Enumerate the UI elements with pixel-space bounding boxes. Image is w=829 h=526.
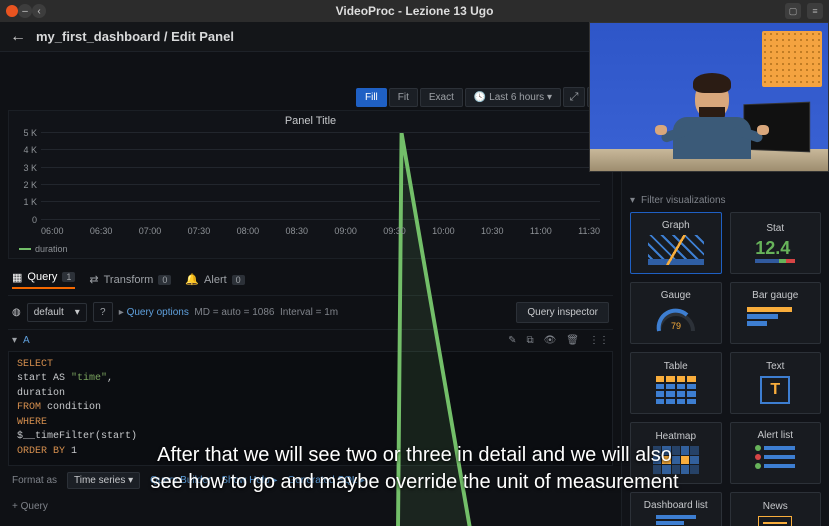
dashlist-thumb-icon — [656, 515, 696, 526]
chart-body: 0 1 K 2 K 3 K 4 K 5 K — [41, 133, 600, 220]
funnel-icon: ▾ — [630, 195, 635, 206]
stat-thumb-icon: 12.4 — [755, 238, 795, 263]
breadcrumb: my_first_dashboard / Edit Panel — [36, 29, 234, 44]
datasource-selected: default — [34, 307, 64, 318]
viz-graph[interactable]: Graph — [630, 212, 722, 274]
os-title-bar: – ‹ VideoProc - Lezione 13 Ugo ▢ ≡ — [0, 0, 829, 22]
xtick: 10:30 — [481, 226, 504, 236]
svg-text:79: 79 — [671, 321, 681, 331]
legend-swatch — [19, 248, 31, 250]
xtick: 08:30 — [285, 226, 308, 236]
xtick: 11:00 — [530, 226, 552, 236]
viz-text-label: Text — [766, 361, 784, 372]
app-root: ← my_first_dashboard / Edit Panel Fill F… — [0, 22, 829, 526]
viz-stat-label: Stat — [766, 223, 784, 234]
chart-line — [41, 133, 600, 526]
window-close-button[interactable] — [6, 5, 18, 17]
chart-panel: Panel Title 0 1 K 2 K 3 K 4 K 5 K — [8, 110, 613, 259]
viz-heatmap-label: Heatmap — [655, 431, 696, 442]
presenter-webcam — [589, 22, 829, 172]
table-thumb-icon — [656, 376, 696, 404]
xtick: 08:00 — [237, 226, 260, 236]
viz-dashlist[interactable]: Dashboard list — [630, 492, 722, 526]
xtick: 09:30 — [383, 226, 406, 236]
viz-bargauge-label: Bar gauge — [752, 290, 798, 301]
gauge-thumb-icon: 79 — [653, 305, 699, 335]
xtick: 11:30 — [578, 226, 600, 236]
window-title: VideoProc - Lezione 13 Ugo — [336, 4, 494, 18]
viz-news[interactable]: News — [730, 492, 822, 526]
query-letter: A — [23, 335, 30, 346]
xtick: 07:00 — [139, 226, 162, 236]
xtick: 10:00 — [432, 226, 455, 236]
viz-gauge-label: Gauge — [661, 290, 691, 301]
viz-bargauge[interactable]: Bar gauge — [730, 282, 822, 344]
xtick: 06:00 — [41, 226, 64, 236]
viz-heatmap[interactable]: Heatmap — [630, 422, 722, 484]
ytick-1: 1 K — [13, 197, 37, 207]
window-util-2[interactable]: ≡ — [807, 3, 823, 19]
heatmap-thumb-icon — [653, 446, 699, 474]
xtick: 06:30 — [90, 226, 113, 236]
alertlist-thumb-icon — [755, 445, 795, 475]
window-minimize-button[interactable]: – — [18, 4, 32, 18]
news-thumb-icon — [758, 516, 792, 526]
graph-thumb-icon — [648, 235, 704, 265]
bargauge-thumb-icon — [747, 305, 803, 335]
viz-alertlist[interactable]: Alert list — [730, 422, 822, 484]
x-axis: 06:00 06:30 07:00 07:30 08:00 08:30 09:0… — [41, 226, 600, 236]
ytick-5: 5 K — [13, 128, 37, 138]
ytick-0: 0 — [13, 215, 37, 225]
ytick-3: 3 K — [13, 163, 37, 173]
xtick: 09:00 — [334, 226, 357, 236]
viz-table[interactable]: Table — [630, 352, 722, 414]
viz-text[interactable]: Text T — [730, 352, 822, 414]
chart-legend: duration — [19, 244, 68, 254]
chevron-down-icon: ▾ — [12, 335, 17, 346]
text-thumb-icon: T — [760, 376, 790, 404]
window-back-button[interactable]: ‹ — [32, 4, 46, 18]
viz-dashlist-label: Dashboard list — [644, 500, 708, 511]
filter-visualizations-input[interactable]: Filter visualizations — [641, 195, 725, 206]
viz-news-label: News — [763, 501, 788, 512]
window-util-1[interactable]: ▢ — [785, 3, 801, 19]
viz-graph-label: Graph — [662, 220, 690, 231]
ytick-2: 2 K — [13, 180, 37, 190]
datasource-select[interactable]: default ▾ — [27, 303, 87, 322]
viz-stat[interactable]: Stat 12.4 — [730, 212, 822, 274]
viz-gauge[interactable]: Gauge 79 — [630, 282, 722, 344]
legend-label: duration — [35, 244, 68, 254]
datasource-icon: ◍ — [12, 307, 21, 318]
panel-title: Panel Title — [9, 111, 612, 131]
ytick-4: 4 K — [13, 145, 37, 155]
xtick: 07:30 — [188, 226, 211, 236]
back-arrow-icon[interactable]: ← — [10, 28, 26, 46]
viz-alertlist-label: Alert list — [757, 430, 793, 441]
viz-table-label: Table — [664, 361, 688, 372]
